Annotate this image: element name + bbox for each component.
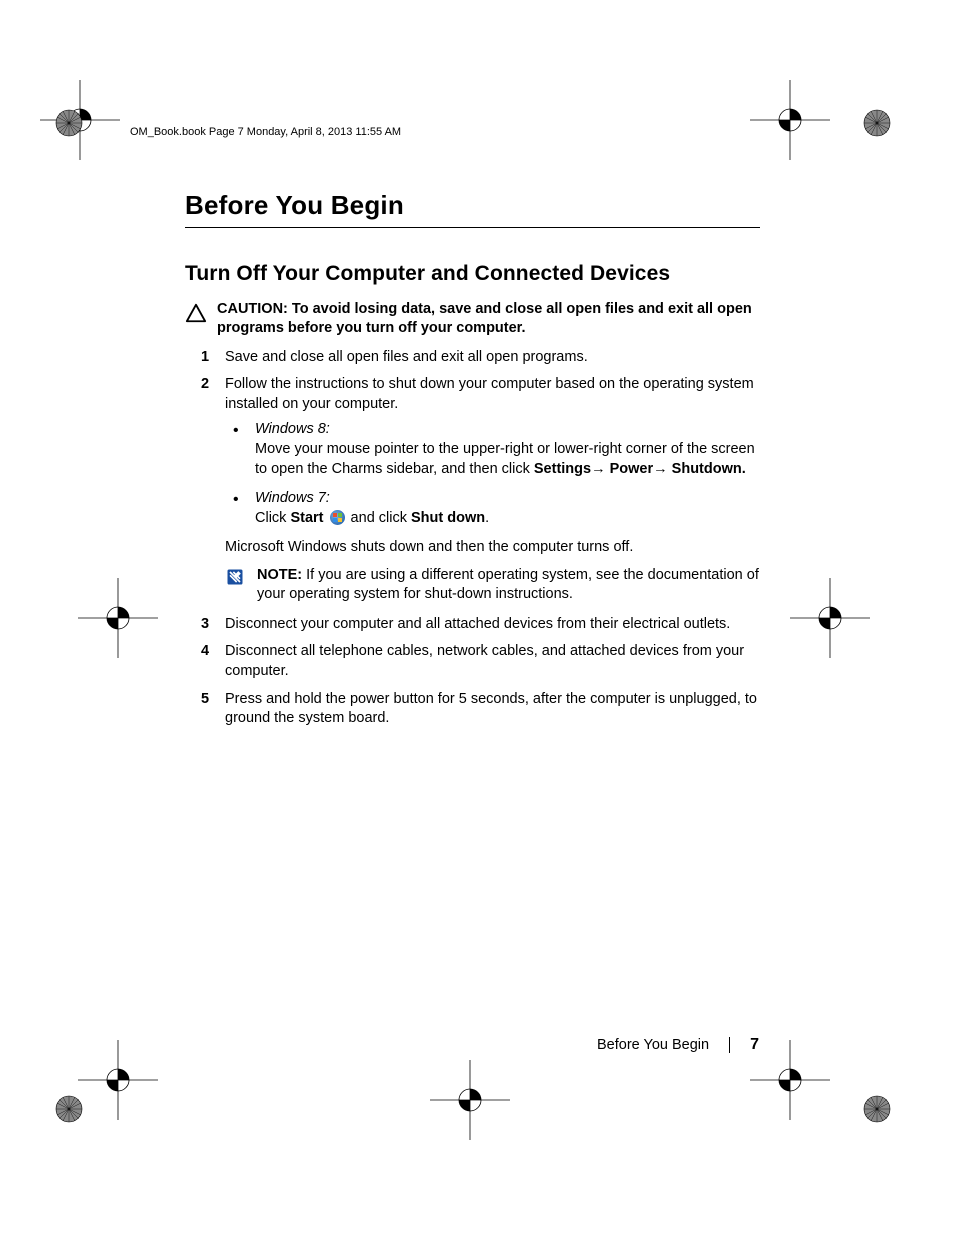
arrow-icon: → bbox=[653, 461, 672, 477]
sunburst-mark-icon bbox=[54, 108, 84, 138]
caution-label: CAUTION: bbox=[217, 301, 288, 317]
caution-body: To avoid losing data, save and close all… bbox=[217, 301, 752, 336]
page-number: 7 bbox=[750, 1036, 759, 1054]
note-block: NOTE: If you are using a different opera… bbox=[225, 566, 760, 605]
win7-label: Windows 7: bbox=[255, 490, 330, 506]
bullet-win7: Windows 7: Click Start and click Shut do… bbox=[225, 489, 760, 528]
page-footer: Before You Begin 7 bbox=[597, 1036, 759, 1054]
os-bullets: Windows 8: Move your mouse pointer to th… bbox=[225, 420, 760, 528]
title-rule bbox=[185, 227, 760, 228]
step-2: Follow the instructions to shut down you… bbox=[185, 375, 760, 528]
page-title: Before You Begin bbox=[185, 190, 760, 221]
steps-list: Save and close all open files and exit a… bbox=[185, 348, 760, 529]
win8-label: Windows 8: bbox=[255, 421, 330, 437]
win7-start: Start bbox=[290, 510, 323, 526]
step-4: Disconnect all telephone cables, network… bbox=[185, 642, 760, 681]
caution-text: CAUTION: To avoid losing data, save and … bbox=[217, 300, 760, 338]
caution-icon bbox=[185, 302, 207, 329]
sunburst-mark-icon bbox=[862, 108, 892, 138]
win7-click: Click bbox=[255, 510, 290, 526]
note-text: NOTE: If you are using a different opera… bbox=[257, 566, 760, 605]
section-heading: Turn Off Your Computer and Connected Dev… bbox=[185, 262, 760, 286]
caution-block: CAUTION: To avoid losing data, save and … bbox=[185, 300, 760, 338]
step-2-text: Follow the instructions to shut down you… bbox=[225, 376, 754, 412]
arrow-icon: → bbox=[591, 461, 610, 477]
registration-mark-icon bbox=[750, 80, 830, 160]
sunburst-mark-icon bbox=[862, 1094, 892, 1124]
step-3: Disconnect your computer and all attache… bbox=[185, 615, 760, 635]
win8-shutdown: Shutdown. bbox=[672, 461, 746, 477]
win7-shutdown: Shut down bbox=[411, 510, 485, 526]
registration-mark-icon bbox=[790, 578, 870, 658]
footer-divider bbox=[729, 1037, 730, 1053]
page-content: Before You Begin Turn Off Your Computer … bbox=[185, 190, 760, 737]
step-1: Save and close all open files and exit a… bbox=[185, 348, 760, 368]
registration-mark-icon bbox=[750, 1040, 830, 1120]
note-label: NOTE: bbox=[257, 567, 302, 583]
bullet-win8: Windows 8: Move your mouse pointer to th… bbox=[225, 420, 760, 479]
step-5: Press and hold the power button for 5 se… bbox=[185, 690, 760, 729]
registration-mark-icon bbox=[78, 578, 158, 658]
steps-list-cont: Disconnect your computer and all attache… bbox=[185, 615, 760, 729]
win7-andclick: and click bbox=[347, 510, 411, 526]
sunburst-mark-icon bbox=[54, 1094, 84, 1124]
registration-mark-icon bbox=[78, 1040, 158, 1120]
windows-logo-icon bbox=[330, 510, 345, 525]
win8-power: Power bbox=[610, 461, 654, 477]
win8-settings: Settings bbox=[534, 461, 591, 477]
after-bullets-text: Microsoft Windows shuts down and then th… bbox=[225, 538, 760, 558]
registration-mark-icon bbox=[430, 1060, 510, 1140]
note-body: If you are using a different operating s… bbox=[257, 567, 759, 603]
running-header: OM_Book.book Page 7 Monday, April 8, 201… bbox=[130, 126, 401, 138]
note-icon bbox=[225, 567, 245, 592]
footer-section: Before You Begin bbox=[597, 1037, 709, 1053]
